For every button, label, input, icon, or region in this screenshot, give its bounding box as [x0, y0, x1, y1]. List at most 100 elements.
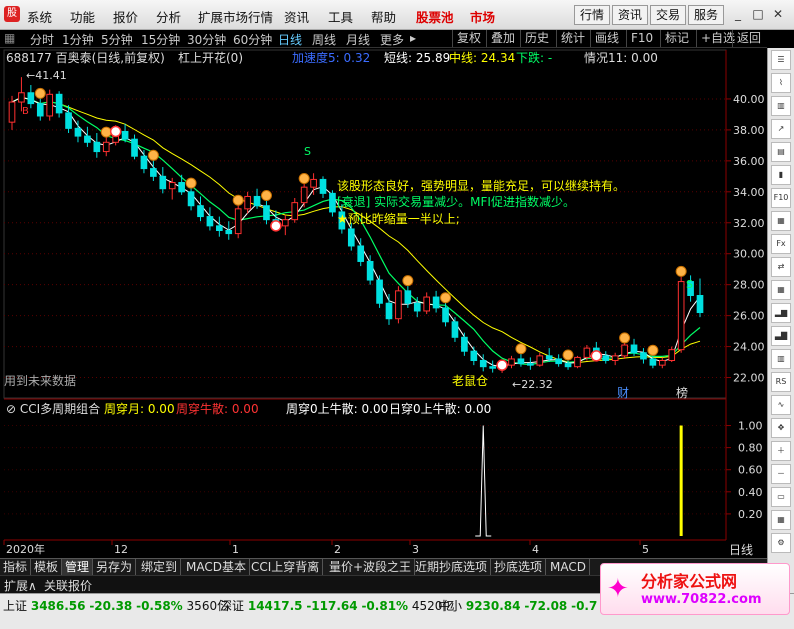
fx-formula-icon[interactable]: Fx [771, 234, 791, 254]
menu-stock-pool[interactable]: 股票池 [416, 7, 454, 26]
window-icon[interactable]: ▭ [771, 487, 791, 507]
period-30min[interactable]: 30分钟 [187, 31, 226, 48]
info-button[interactable]: 资讯 [612, 5, 648, 25]
period-daily[interactable]: 日线 [278, 31, 302, 48]
rank-tag[interactable]: 榜 [676, 385, 688, 400]
tool-draw[interactable]: 画线 [590, 30, 623, 47]
tab-bottom-fishing[interactable]: 抄底选项 [491, 559, 547, 575]
menu-system[interactable]: 系统 [27, 7, 52, 26]
quote-list-icon[interactable]: ☰ [771, 50, 791, 70]
candle-body [432, 296, 440, 309]
tab-template[interactable]: 模板 [31, 559, 63, 575]
volume-chart-icon[interactable]: ▤ [771, 142, 791, 162]
menu-quote[interactable]: 报价 [113, 7, 138, 26]
candlestick-chart[interactable]: 40.00 38.00 36.00 34.00 32.00 30.00 28.00 26.00… [0, 48, 767, 558]
period-15min[interactable]: 15分钟 [141, 31, 180, 48]
tool-history[interactable]: 历史 [520, 30, 553, 47]
tab-macd[interactable]: MACD [547, 559, 590, 575]
chart-area[interactable]: 40.00 38.00 36.00 34.00 32.00 30.00 28.00 26.00… [0, 48, 767, 558]
candle-body [140, 155, 148, 170]
chart-type-icon[interactable]: ▦ [771, 211, 791, 231]
candle-body [319, 178, 327, 194]
grid-chart-icon[interactable]: ▥ [771, 349, 791, 369]
kline-chart-icon[interactable]: ▥ [771, 96, 791, 116]
move-cross-icon[interactable]: ✥ [771, 418, 791, 438]
index-smb[interactable]: 中小 9230.84 -72.08 -0.7 [438, 597, 597, 614]
tool-back[interactable]: 返回 [732, 30, 765, 47]
menu-function[interactable]: 功能 [70, 7, 95, 26]
compare-icon[interactable]: ⇄ [771, 257, 791, 277]
rsi-icon[interactable]: RS [771, 372, 791, 392]
index-shanghai[interactable]: 上证 3486.56 -20.38 -0.58% 3560亿 [3, 597, 229, 614]
candles-icon[interactable]: ▮ [771, 165, 791, 185]
menu-analysis[interactable]: 分析 [156, 7, 181, 26]
hand-icon [562, 349, 574, 361]
intraday-chart-icon[interactable]: ⌇ [771, 73, 791, 93]
expand-button[interactable]: 扩展∧ [4, 577, 37, 594]
lower-bar [679, 425, 683, 536]
tool-mark[interactable]: 标记 [660, 30, 693, 47]
menu-info[interactable]: 资讯 [284, 7, 309, 26]
tab-manage[interactable]: 管理 [62, 559, 94, 575]
tool-overlay[interactable]: 叠加 [486, 30, 519, 47]
candle-body [404, 290, 412, 304]
period-weekly[interactable]: 周线 [312, 31, 336, 48]
close-icon[interactable]: ✕ [770, 6, 786, 22]
trade-button[interactable]: 交易 [650, 5, 686, 25]
price-tick-label: 34.00 [733, 186, 765, 199]
tab-cci-divergence[interactable]: CCI上穿背离 [248, 559, 324, 575]
finance-tag[interactable]: 财 [617, 386, 629, 400]
menu-extended-market[interactable]: 扩展市场行情 [198, 7, 273, 26]
tool-stats[interactable]: 统计 [556, 30, 589, 47]
candle-body [197, 205, 204, 218]
hand-icon [675, 265, 687, 277]
index-shenzhen[interactable]: 深证 14417.5 -117.64 -0.81% 4520亿 [220, 597, 454, 614]
menu-tools[interactable]: 工具 [328, 7, 353, 26]
bar-chart-icon[interactable]: ▂▆ [771, 303, 791, 323]
menu-market[interactable]: 市场 [470, 7, 495, 26]
more-arrow-icon[interactable]: ▸ [410, 31, 416, 45]
service-button[interactable]: 服务 [688, 5, 724, 25]
zoom-in-icon[interactable]: ＋ [771, 441, 791, 461]
tool-adjust[interactable]: 复权 [452, 30, 485, 47]
menu-help[interactable]: 帮助 [371, 7, 396, 26]
tab-bind[interactable]: 绑定到 [138, 559, 182, 575]
trend-chart-icon[interactable]: ↗ [771, 119, 791, 139]
candle-body [291, 202, 299, 221]
hand-icon [100, 126, 112, 138]
tab-macd-basic[interactable]: MACD基本 [183, 559, 250, 575]
lower-indicator-plot [475, 425, 683, 537]
candle-body [395, 290, 402, 320]
tool-f10[interactable]: F10 [626, 30, 657, 47]
candle-body [470, 350, 478, 362]
period-intraday[interactable]: 分时 [30, 31, 54, 48]
tab-save-as[interactable]: 另存为 [93, 559, 137, 575]
period-1min[interactable]: 1分钟 [62, 31, 94, 48]
settings-icon[interactable]: ⚙ [771, 533, 791, 553]
candle-body [583, 347, 591, 358]
table-icon[interactable]: ▦ [771, 280, 791, 300]
quotes-button[interactable]: 行情 [574, 5, 610, 25]
lower-label-week-zero: 周穿0上牛散: 0.00 [286, 401, 388, 416]
tab-volume-wave[interactable]: 量价+波段之王 [326, 559, 416, 575]
wave-icon[interactable]: ∿ [771, 395, 791, 415]
period-60min[interactable]: 60分钟 [233, 31, 272, 48]
grid-icon[interactable]: ▦ [4, 31, 15, 45]
maximize-icon[interactable]: □ [750, 6, 766, 22]
bar-chart-2-icon[interactable]: ▃▇ [771, 326, 791, 346]
period-monthly[interactable]: 月线 [346, 31, 370, 48]
zoom-out-icon[interactable]: － [771, 464, 791, 484]
related-quote-button[interactable]: 关联报价 [44, 577, 92, 594]
f10-icon[interactable]: F10 [771, 188, 791, 208]
candle-body [668, 349, 676, 361]
period-5min[interactable]: 5分钟 [101, 31, 133, 48]
grid-layout-icon[interactable]: ▦ [771, 510, 791, 530]
lower-spike-line [475, 425, 492, 537]
price-tick-label: 40.00 [733, 93, 765, 106]
period-more[interactable]: 更多 [380, 31, 404, 48]
tab-indicator[interactable]: 指标 [0, 559, 32, 575]
stock-header: 688177 百奥泰(日线,前复权) [6, 50, 165, 65]
lower-tick-label: 0.80 [738, 442, 763, 455]
minimize-icon[interactable]: _ [730, 6, 746, 22]
tab-recent-bottom[interactable]: 近期抄底选项 [412, 559, 492, 575]
